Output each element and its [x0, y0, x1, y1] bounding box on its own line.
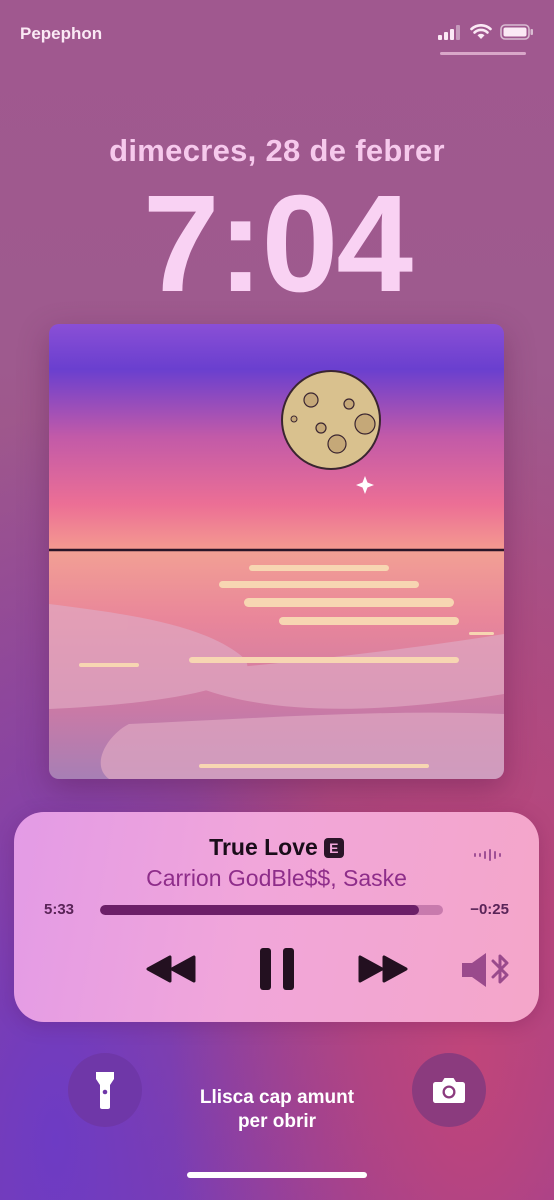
cellular-signal-icon	[438, 24, 462, 45]
status-bar: Pepephon	[20, 24, 534, 48]
control-center-indicator[interactable]	[440, 52, 526, 55]
album-artwork[interactable]	[49, 324, 504, 779]
audio-waveform-icon[interactable]	[473, 848, 505, 867]
wifi-icon	[470, 24, 492, 45]
elapsed-time: 5:33	[44, 901, 75, 918]
track-title-row: True Love E	[14, 834, 539, 861]
status-icons	[438, 24, 534, 45]
moon-icon	[281, 370, 381, 470]
album-artwork-image	[49, 324, 504, 779]
lock-time: 7:04	[142, 167, 413, 321]
fast-forward-icon[interactable]	[356, 954, 408, 989]
home-indicator[interactable]	[187, 1172, 367, 1178]
camera-button[interactable]	[412, 1053, 486, 1127]
camera-icon	[433, 1078, 465, 1103]
track-artist: Carrion GodBle$$, Saske	[146, 865, 407, 891]
explicit-badge: E	[323, 838, 344, 858]
playback-scrubber[interactable]	[100, 905, 443, 915]
now-playing-widget[interactable]: True Love E Carrion GodBle$$, Saske 5:33 …	[14, 812, 539, 1022]
remaining-time: −0:25	[470, 901, 509, 918]
track-title: True Love	[209, 834, 318, 860]
lock-date: dimecres, 28 de febrer	[109, 133, 445, 168]
playback-progress-fill	[100, 905, 419, 915]
rewind-icon[interactable]	[146, 954, 198, 989]
pause-icon[interactable]	[258, 946, 296, 997]
carrier-name: Pepephon	[20, 24, 103, 43]
battery-icon	[500, 24, 534, 45]
speaker-bluetooth-icon[interactable]	[460, 950, 516, 995]
